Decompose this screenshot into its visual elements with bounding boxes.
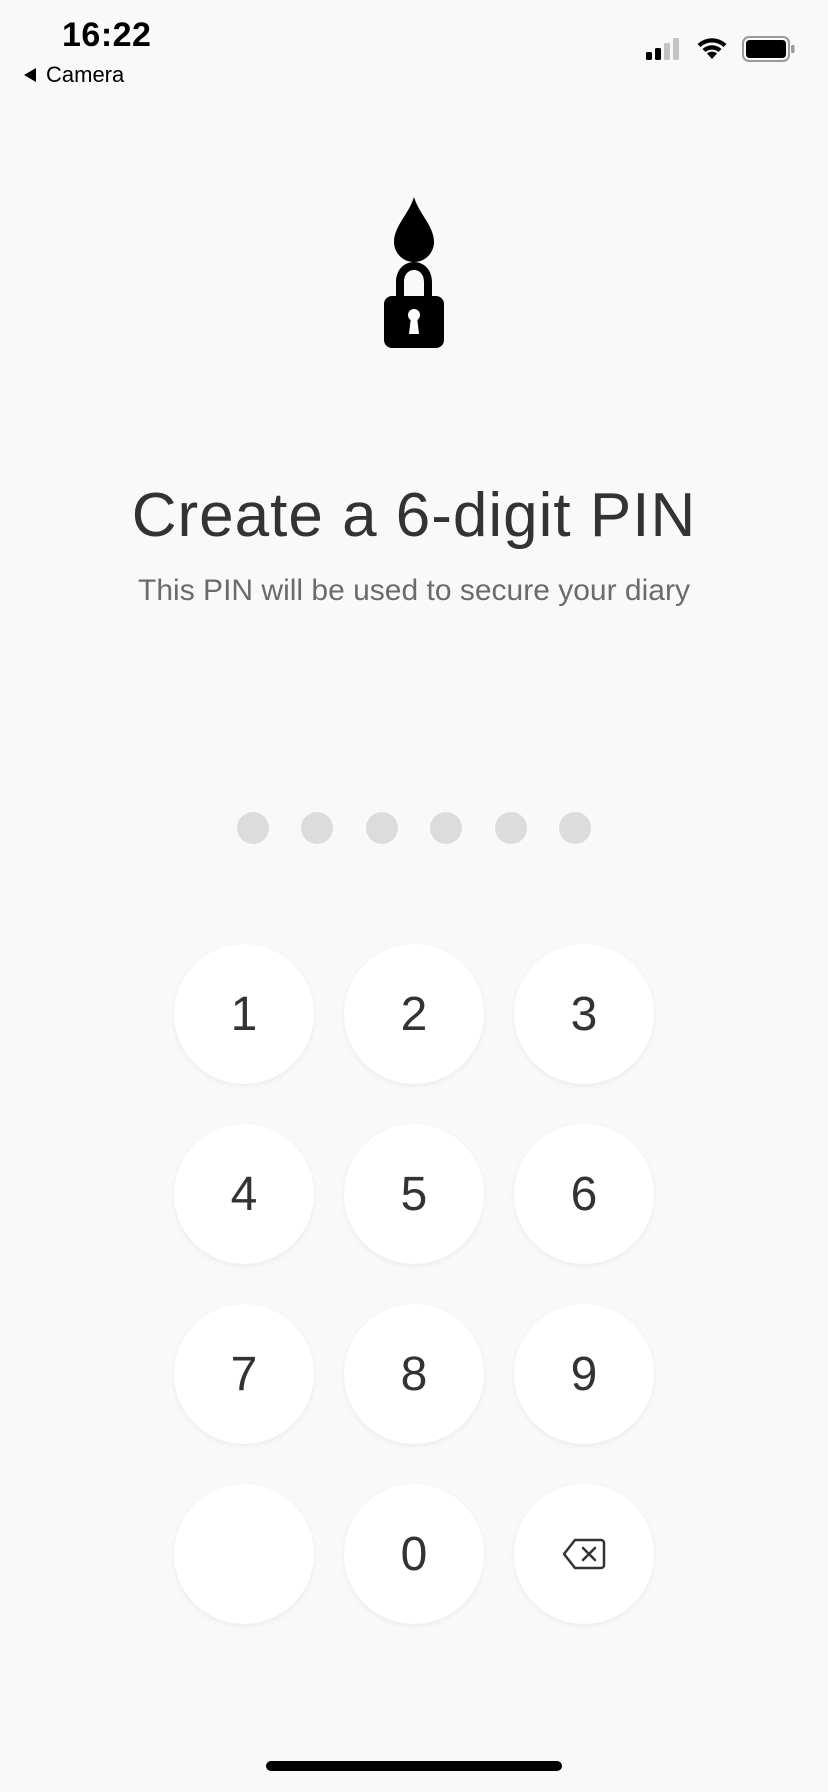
key-5[interactable]: 5 <box>344 1124 484 1264</box>
pin-dot <box>494 812 527 844</box>
back-link-label: Camera <box>46 62 125 87</box>
pin-dots <box>237 812 591 844</box>
delete-button[interactable] <box>514 1484 654 1624</box>
key-9[interactable]: 9 <box>514 1304 654 1444</box>
keypad: 1 2 3 4 5 6 7 8 9 0 <box>174 944 654 1624</box>
key-blank <box>174 1484 314 1624</box>
battery-icon <box>742 36 795 62</box>
status-icons <box>646 36 796 62</box>
key-2[interactable]: 2 <box>344 944 484 1084</box>
key-0[interactable]: 0 <box>344 1484 484 1624</box>
pin-dot <box>430 812 463 844</box>
page-subtitle: This PIN will be used to secure your dia… <box>138 574 690 607</box>
page-title: Create a 6-digit PIN <box>131 481 697 550</box>
wifi-icon <box>697 38 727 59</box>
backspace-icon <box>562 1538 606 1570</box>
key-6[interactable]: 6 <box>514 1124 654 1264</box>
status-bar: 16:22 Camera <box>0 0 828 100</box>
pin-dot <box>365 812 398 844</box>
key-4[interactable]: 4 <box>174 1124 314 1264</box>
signal-icon <box>646 38 679 60</box>
back-to-camera-link[interactable]: Camera <box>24 62 124 88</box>
back-arrow-icon <box>24 68 36 82</box>
status-time: 16:22 <box>62 16 152 54</box>
pin-dot <box>237 812 269 844</box>
ink-drop-lock-icon <box>384 197 444 348</box>
home-indicator[interactable] <box>266 1761 562 1771</box>
key-8[interactable]: 8 <box>344 1304 484 1444</box>
key-7[interactable]: 7 <box>174 1304 314 1444</box>
pin-dot <box>301 812 334 844</box>
key-3[interactable]: 3 <box>514 944 654 1084</box>
key-1[interactable]: 1 <box>174 944 314 1084</box>
pin-dot <box>558 812 591 844</box>
